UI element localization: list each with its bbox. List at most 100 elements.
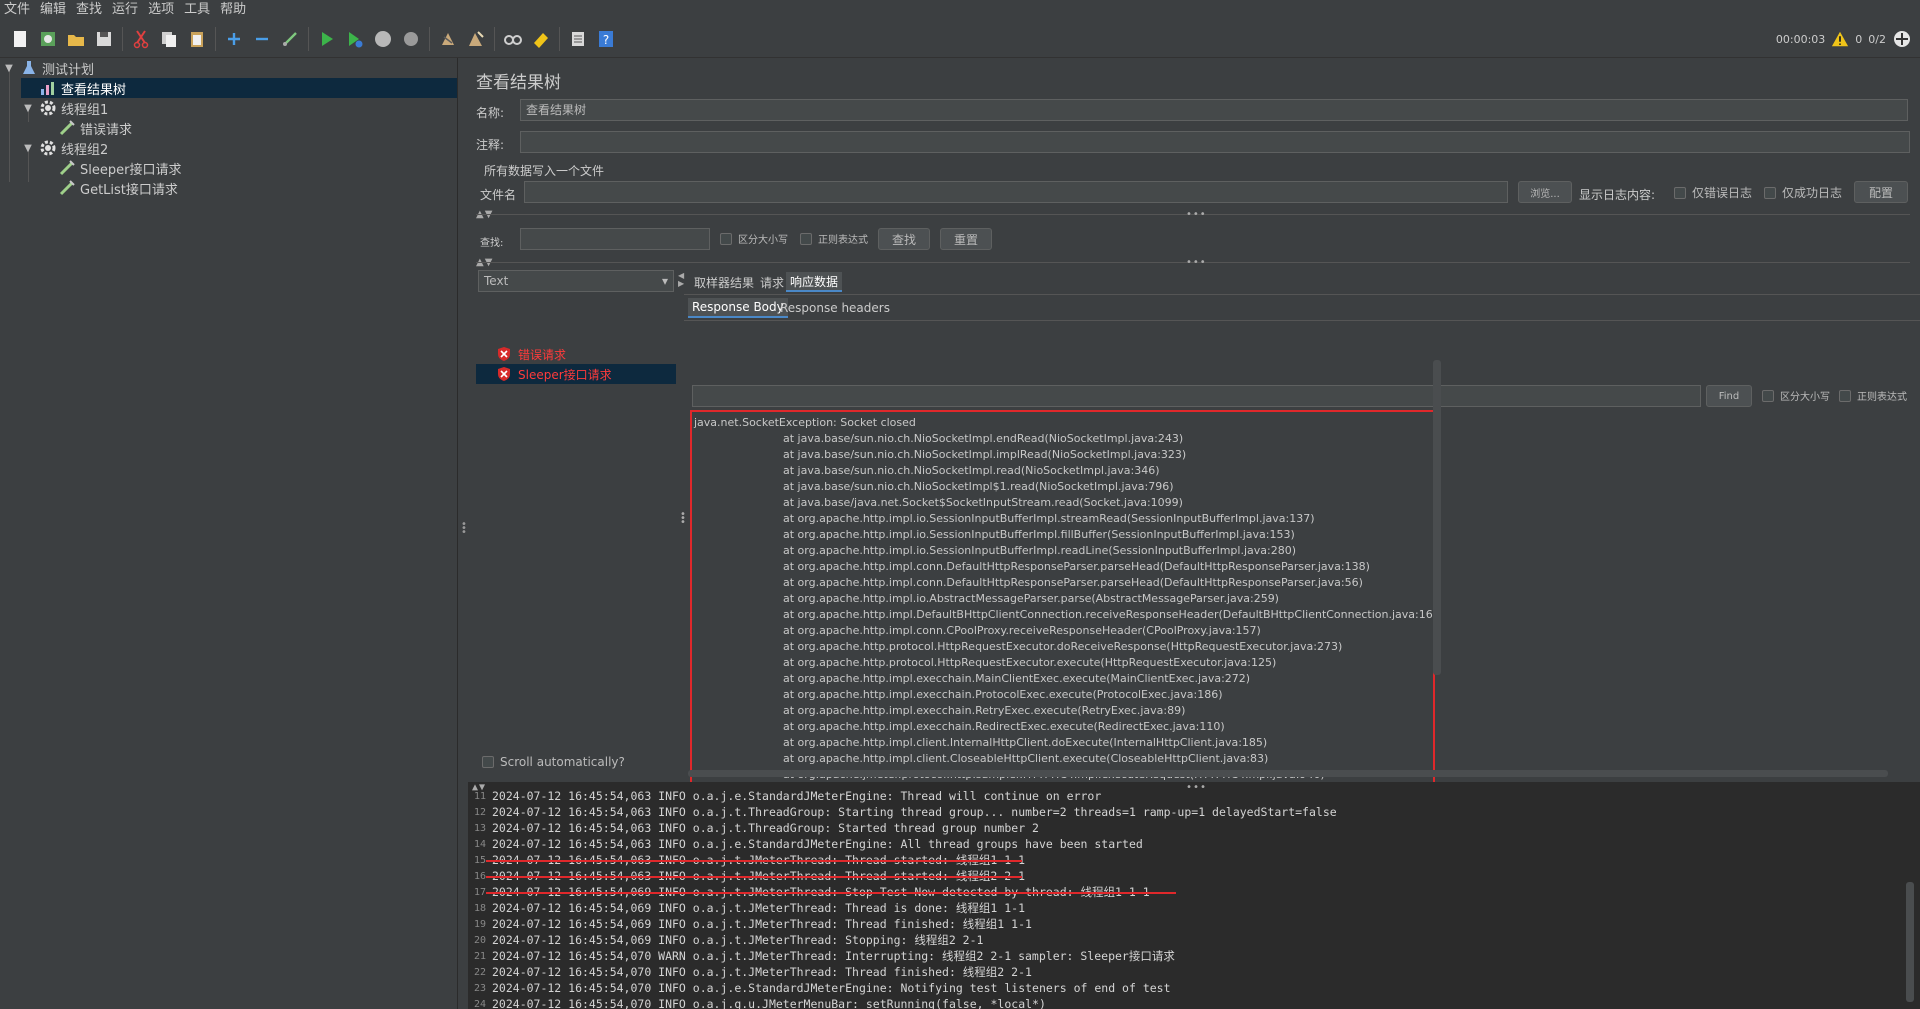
response-line: at org.apache.http.impl.io.AbstractMessa… (783, 592, 1279, 605)
clear-all-icon[interactable] (465, 28, 487, 50)
reset-button[interactable]: 重置 (940, 228, 992, 250)
start-icon[interactable] (316, 28, 338, 50)
toolbar-separator (308, 26, 309, 51)
menu-edit[interactable]: 编辑 (36, 0, 72, 20)
log-text: 2024-07-12 16:45:54,070 INFO o.a.j.t.JMe… (492, 965, 1032, 979)
menu-tools[interactable]: 工具 (180, 0, 216, 20)
name-field[interactable]: 查看结果树 (520, 99, 1908, 121)
reset-search-icon[interactable] (530, 28, 552, 50)
find-regex-checkbox[interactable]: 正则表达式 (1839, 388, 1907, 403)
collapse-icon[interactable] (251, 28, 273, 50)
comment-field[interactable] (520, 131, 1910, 153)
collapse-arrow-icon[interactable]: ▼ (21, 103, 35, 114)
cut-icon[interactable] (130, 28, 152, 50)
tab-response-headers[interactable]: Response headers (776, 298, 894, 318)
gear-icon (39, 99, 57, 117)
divider-grip-icon[interactable]: ••• (1186, 257, 1207, 268)
expand-icon[interactable] (223, 28, 245, 50)
browse-button[interactable]: 浏览... (1518, 181, 1572, 203)
function-helper-icon[interactable] (567, 28, 589, 50)
filename-field[interactable] (524, 181, 1508, 203)
menu-search[interactable]: 查找 (72, 0, 108, 20)
menu-options[interactable]: 选项 (144, 0, 180, 20)
tree-node-label: 线程组1 (61, 102, 109, 118)
tree-node-label: 查看结果树 (61, 82, 127, 98)
regex-checkbox[interactable]: 正则表达式 (800, 231, 868, 246)
start-no-pause-icon[interactable] (344, 28, 366, 50)
status-area: 00:00:03 0 0/2 (1776, 20, 1912, 58)
toolbar: ? 00:00:03 0 0/2 (0, 20, 1920, 58)
warning-icon[interactable] (1831, 30, 1849, 48)
error-shield-icon (498, 347, 510, 361)
case-sensitive-checkbox[interactable]: 区分大小写 (720, 231, 788, 246)
save-icon[interactable] (93, 28, 115, 50)
clear-icon[interactable] (437, 28, 459, 50)
vertical-scrollbar[interactable] (1433, 360, 1441, 675)
search-input[interactable] (520, 228, 710, 250)
tree-node-test-plan[interactable]: ▼ 测试计划 (2, 58, 94, 78)
tab-response-body[interactable]: Response Body (688, 298, 788, 318)
menu-run[interactable]: 运行 (108, 0, 144, 20)
errors-only-checkbox[interactable]: 仅错误日志 (1674, 184, 1752, 201)
horizontal-scrollbar[interactable] (688, 770, 1888, 777)
log-text: 2024-07-12 16:45:54,069 INFO o.a.j.t.JMe… (492, 917, 1032, 931)
list-item[interactable]: Sleeper接口请求 (476, 364, 676, 384)
collapse-arrow-icon[interactable]: ▼ (2, 63, 16, 74)
splitter[interactable]: • • • (458, 58, 468, 1009)
success-only-checkbox[interactable]: 仅成功日志 (1764, 184, 1842, 201)
log-line: 22 2024-07-12 16:45:54,070 INFO o.a.j.t.J… (468, 964, 1032, 980)
name-label: 名称: (476, 106, 505, 120)
collapse-arrow-icon[interactable]: ▼ (21, 143, 35, 154)
divider-grip-icon[interactable]: ••• (1186, 782, 1207, 793)
tree-node-error-request[interactable]: 错误请求 (40, 118, 132, 138)
tree-node-thread-group-1[interactable]: ▼ 线程组1 (21, 98, 108, 118)
log-scrollbar[interactable] (1906, 882, 1914, 1002)
new-icon[interactable] (9, 28, 31, 50)
tab-request[interactable]: 请求 (756, 272, 788, 292)
log-text: 2024-07-12 16:45:54,070 INFO o.a.j.g.u.J… (492, 997, 1046, 1009)
menu-help[interactable]: 帮助 (216, 0, 252, 20)
line-number: 18 (473, 902, 486, 914)
divider-grip-icon[interactable]: ••• (1186, 209, 1207, 220)
response-line: at org.apache.http.impl.io.SessionInputB… (783, 544, 1297, 557)
tree-node-sleeper-request[interactable]: Sleeper接口请求 (40, 158, 181, 178)
response-line: at org.apache.http.impl.conn.DefaultHttp… (783, 560, 1370, 573)
view-results-panel: 查看结果树 名称: 查看结果树 注释: 所有数据写入一个文件 文件名 浏览...… (468, 58, 1920, 814)
response-body-text[interactable]: java.net.SocketException: Socket closed a… (690, 410, 1435, 814)
remote-icon[interactable] (1892, 29, 1912, 49)
copy-icon[interactable] (158, 28, 180, 50)
scroll-auto-checkbox[interactable]: Scroll automatically? (482, 755, 625, 769)
stop-icon[interactable] (372, 28, 394, 50)
menu-file[interactable]: 文件 (0, 0, 36, 20)
tree-node-thread-group-2[interactable]: ▼ 线程组2 (21, 138, 108, 158)
find-input[interactable] (692, 385, 1701, 407)
tree-node-label: GetList接口请求 (80, 182, 178, 198)
toggle-icon[interactable] (279, 28, 301, 50)
find-button[interactable]: Find (1706, 385, 1752, 407)
tree-node-view-results-tree[interactable]: 查看结果树 (21, 78, 457, 98)
response-line: at java.base/sun.nio.ch.NioSocketImpl.re… (783, 464, 1160, 477)
response-line: at org.apache.http.protocol.HttpRequestE… (783, 656, 1277, 669)
filename-label: 文件名 (480, 188, 517, 202)
log-line: 23 2024-07-12 16:45:54,070 INFO o.a.j.e.S… (468, 980, 1171, 996)
tab-sampler-result[interactable]: 取样器结果 (690, 272, 758, 292)
shutdown-icon[interactable] (400, 28, 422, 50)
configure-button[interactable]: 配置 (1854, 181, 1908, 203)
help-icon[interactable]: ? (595, 28, 617, 50)
templates-icon[interactable] (37, 28, 59, 50)
toolbar-separator (122, 26, 123, 51)
list-item[interactable]: 错误请求 (476, 344, 676, 364)
page-title: 查看结果树 (476, 73, 561, 93)
tree-node-getlist-request[interactable]: GetList接口请求 (40, 178, 178, 198)
open-icon[interactable] (65, 28, 87, 50)
tab-response-data[interactable]: 响应数据 (786, 272, 843, 292)
renderer-select[interactable]: Text ▾ (478, 270, 674, 292)
find-case-checkbox[interactable]: 区分大小写 (1762, 388, 1830, 403)
search-button[interactable]: 查找 (878, 228, 930, 250)
response-line: at java.base/sun.nio.ch.NioSocketImpl.im… (783, 448, 1187, 461)
paste-icon[interactable] (186, 28, 208, 50)
search-icon[interactable] (502, 28, 524, 50)
splitter-grip-icon: • • • (461, 519, 467, 538)
line-number: 24 (473, 998, 486, 1009)
line-number: 17 (473, 886, 486, 898)
